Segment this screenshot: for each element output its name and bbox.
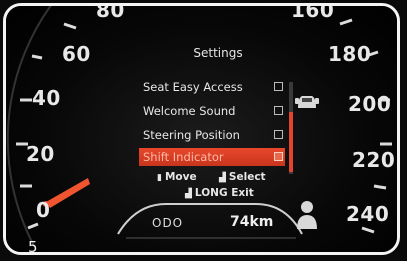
cluster-frame: 80 160 60 40 20 0 180 200 220 240 Settin… <box>3 3 400 255</box>
settings-display: Settings Seat Easy Access Welcome Sound … <box>113 32 323 232</box>
figure-number: 5 <box>28 238 38 255</box>
speed-label-0: 0 <box>36 198 51 222</box>
speed-label-180: 180 <box>328 42 372 66</box>
ok-button-icon: ▟ <box>185 189 192 199</box>
menu-item-welcome-sound[interactable]: Welcome Sound <box>139 102 285 120</box>
menu-item-seat-easy-access[interactable]: Seat Easy Access <box>139 78 285 96</box>
odometer-label: ODO <box>152 216 184 230</box>
menu-item-label: Shift Indicator <box>143 150 224 164</box>
speed-label-20: 20 <box>26 142 55 166</box>
driver-profile-icon <box>297 201 317 229</box>
checkbox-icon[interactable] <box>274 82 283 91</box>
long-exit-hint: ▟ LONG Exit <box>185 187 254 199</box>
car-top-view-icon <box>295 96 319 108</box>
menu-item-label: Welcome Sound <box>143 104 236 118</box>
menu-item-label: Steering Position <box>143 128 240 142</box>
checkbox-icon[interactable] <box>274 152 283 161</box>
speed-needle <box>46 178 90 208</box>
menu-item-label: Seat Easy Access <box>143 80 243 94</box>
checkbox-icon[interactable] <box>274 130 283 139</box>
odometer-value: 74km <box>230 214 274 230</box>
speed-label-220: 220 <box>352 148 396 172</box>
speed-label-80: 80 <box>96 3 125 22</box>
speed-label-60: 60 <box>62 42 91 66</box>
menu-item-steering-position[interactable]: Steering Position <box>139 126 285 144</box>
scroll-wheel-icon: ▮ <box>157 173 162 183</box>
speed-label-40: 40 <box>32 86 61 110</box>
speed-label-240: 240 <box>346 202 390 226</box>
speed-label-160: 160 <box>291 3 335 22</box>
menu-item-shift-indicator[interactable]: Shift Indicator <box>139 148 285 166</box>
select-hint: ▟ Select <box>219 171 266 183</box>
move-hint: ▮ Move <box>157 171 197 183</box>
ok-button-icon: ▟ <box>219 173 226 183</box>
menu-scroll-thumb[interactable] <box>289 112 293 172</box>
checkbox-icon[interactable] <box>274 106 283 115</box>
speed-label-200: 200 <box>348 92 392 116</box>
settings-title: Settings <box>193 46 243 60</box>
